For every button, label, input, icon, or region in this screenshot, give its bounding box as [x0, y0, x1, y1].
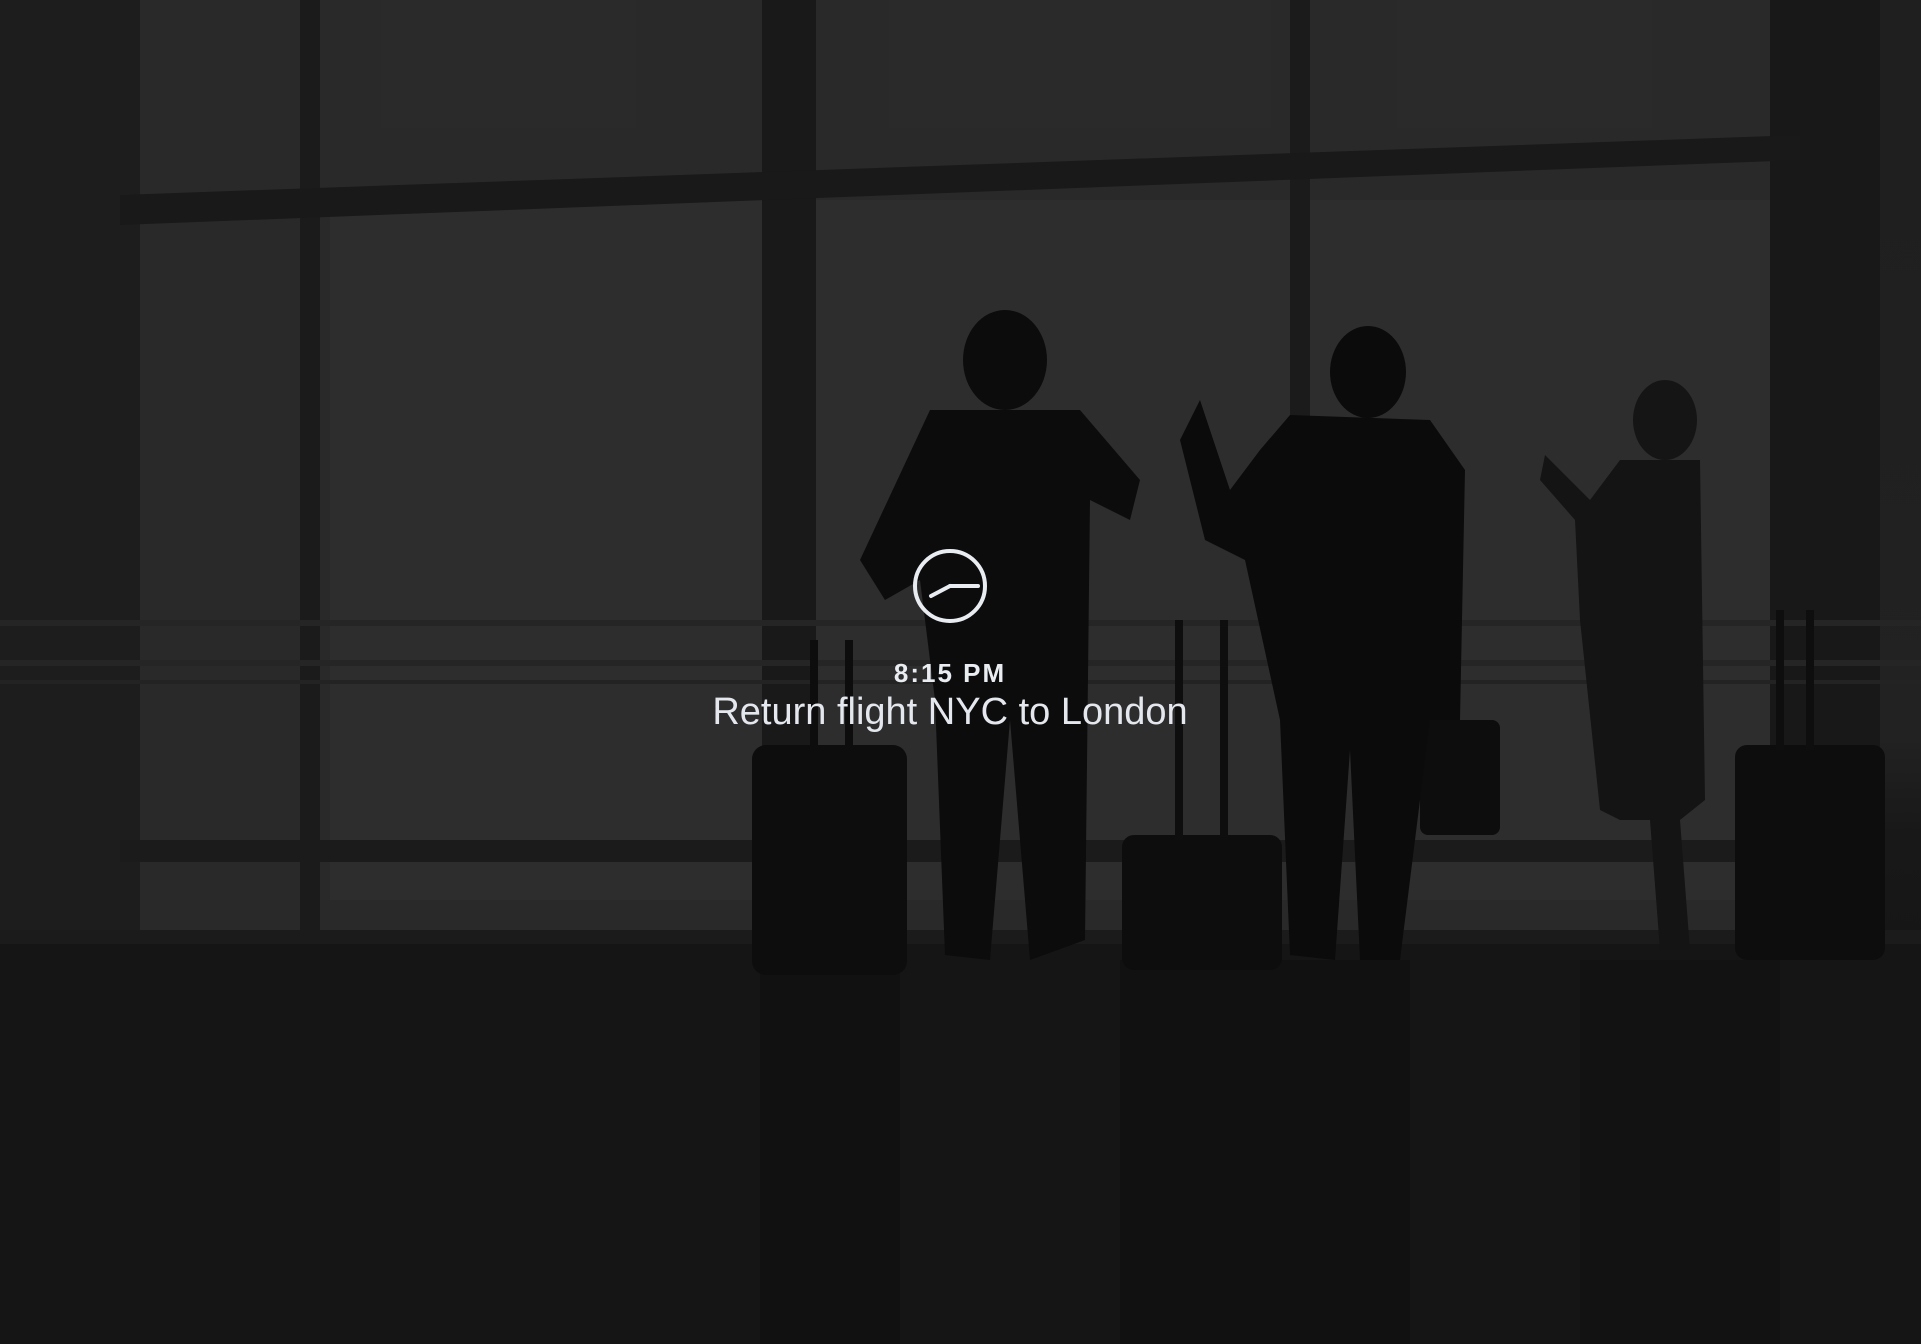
event-card[interactable]: 8:15 PM Return flight NYC to London: [0, 546, 1900, 734]
clock-icon: [913, 549, 987, 623]
event-time: 8:15 PM: [893, 658, 1007, 688]
notification-screen: 8:15 PM Return flight NYC to London: [0, 0, 1921, 1344]
event-title: Return flight NYC to London: [712, 691, 1188, 733]
